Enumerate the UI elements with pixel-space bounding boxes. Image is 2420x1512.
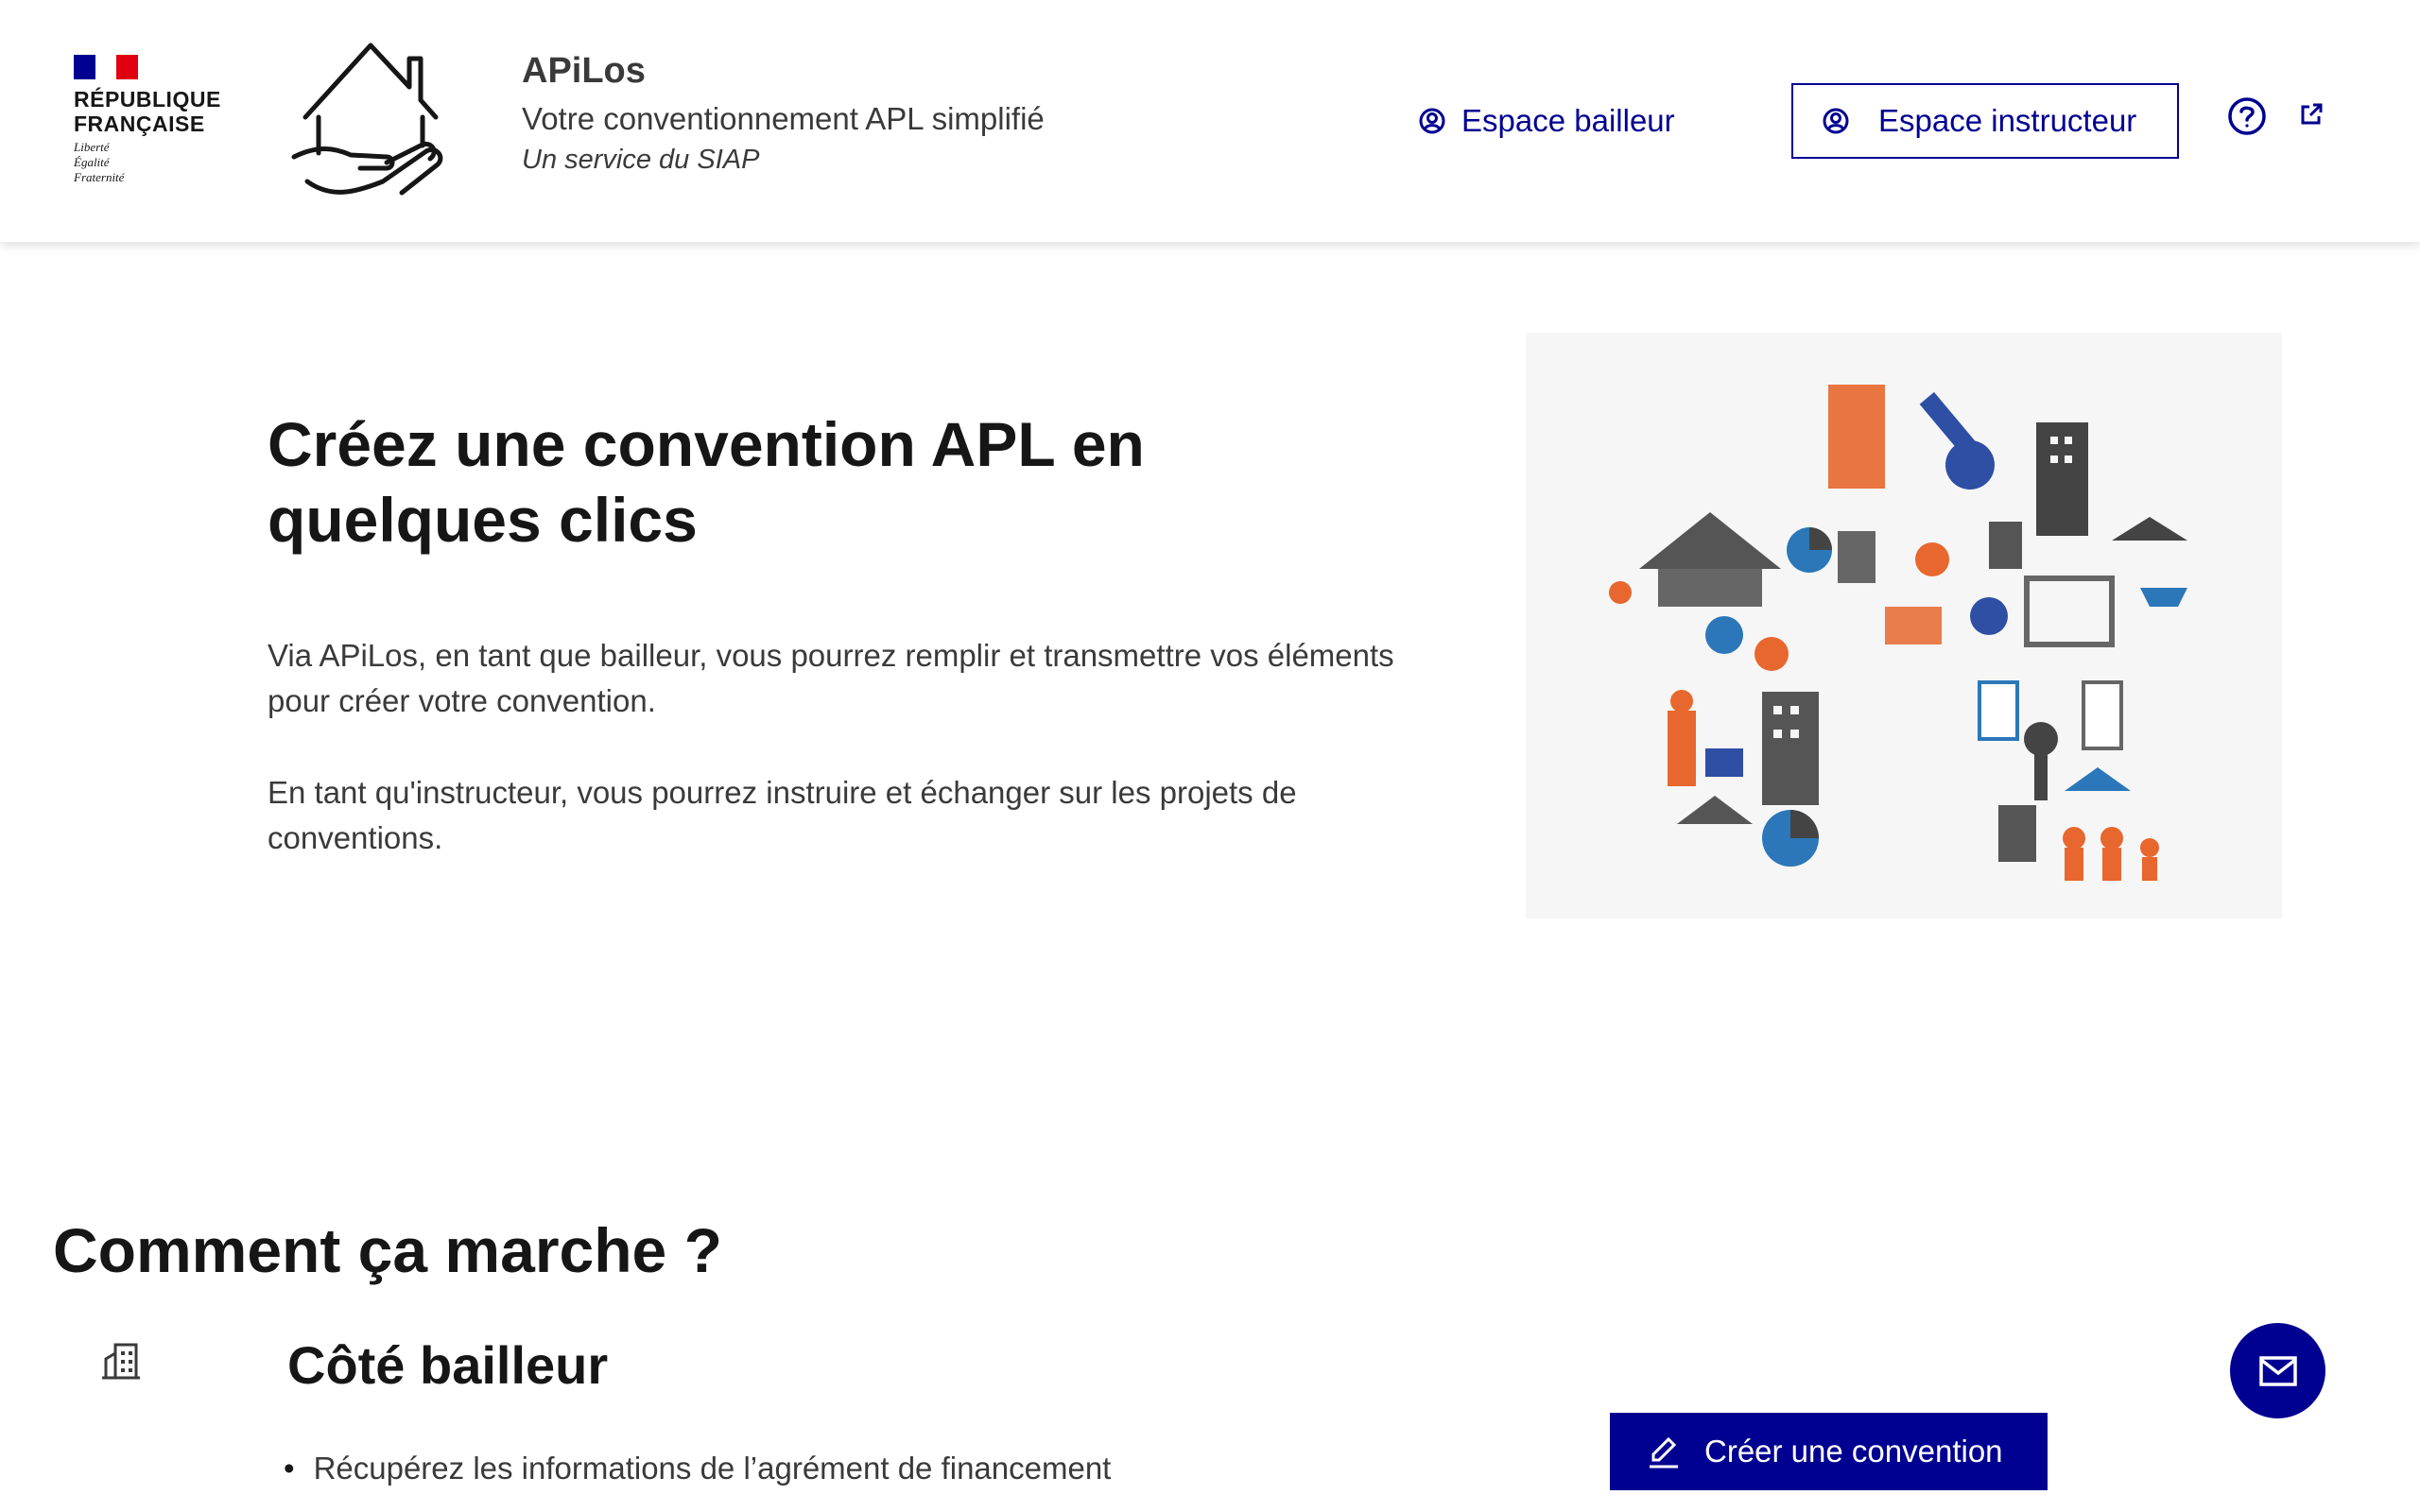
hero-paragraph-bailleur: Via APiLos, en tant que bailleur, vous p… (268, 638, 1394, 718)
envelope-icon (2258, 1355, 2297, 1386)
hero-paragraph-instructeur: En tant qu'instructeur, vous pourrez ins… (268, 775, 1297, 855)
site-header: RÉPUBLIQUE FRANÇAISE Liberté Égalité Fra… (0, 0, 2420, 242)
devise-text: Liberté Égalité Fraternité (74, 140, 125, 184)
espace-instructeur-button[interactable]: Espace instructeur (1791, 83, 2179, 159)
building-icon (102, 1343, 140, 1380)
user-circle-icon (1823, 108, 1849, 134)
how-it-works-title: Comment ça marche ? (53, 1215, 722, 1285)
brand-block[interactable]: APiLos Votre conventionnement APL simpli… (522, 51, 1045, 176)
republique-francaise-text: RÉPUBLIQUE FRANÇAISE (74, 87, 221, 136)
house-hand-logo-icon[interactable] (288, 40, 454, 200)
espace-bailleur-label: Espace bailleur (1461, 103, 1675, 138)
hero-title: Créez une convention APL en quelques cli… (268, 409, 1145, 555)
create-convention-label: Créer une convention (1704, 1434, 2003, 1469)
contact-mail-button[interactable] (2230, 1323, 2325, 1418)
french-flag-icon (74, 55, 139, 79)
brand-tagline: Votre conventionnement APL simplifié (522, 101, 1045, 136)
create-convention-button[interactable]: Créer une convention (1610, 1413, 2048, 1490)
list-item: Récupérez les informations de l’agrément… (284, 1451, 1112, 1486)
espace-instructeur-label: Espace instructeur (1878, 103, 2137, 138)
pencil-icon (1650, 1436, 1678, 1469)
house-collage-icon (1609, 385, 2187, 881)
external-link-icon[interactable] (2299, 102, 2324, 127)
cote-bailleur-title: Côté bailleur (287, 1335, 609, 1395)
republique-francaise-logo[interactable]: RÉPUBLIQUE FRANÇAISE Liberté Égalité Fra… (74, 55, 244, 185)
bailleur-steps-list: Récupérez les informations de l’agrément… (284, 1451, 1112, 1486)
question-circle-icon[interactable] (2227, 96, 2267, 136)
brand-subtitle: Un service du SIAP (522, 145, 760, 175)
user-circle-icon (1419, 108, 1445, 134)
housing-collage-illustration (1526, 333, 2282, 919)
brand-title: APiLos (522, 51, 646, 91)
espace-bailleur-link[interactable]: Espace bailleur (1418, 96, 1675, 146)
